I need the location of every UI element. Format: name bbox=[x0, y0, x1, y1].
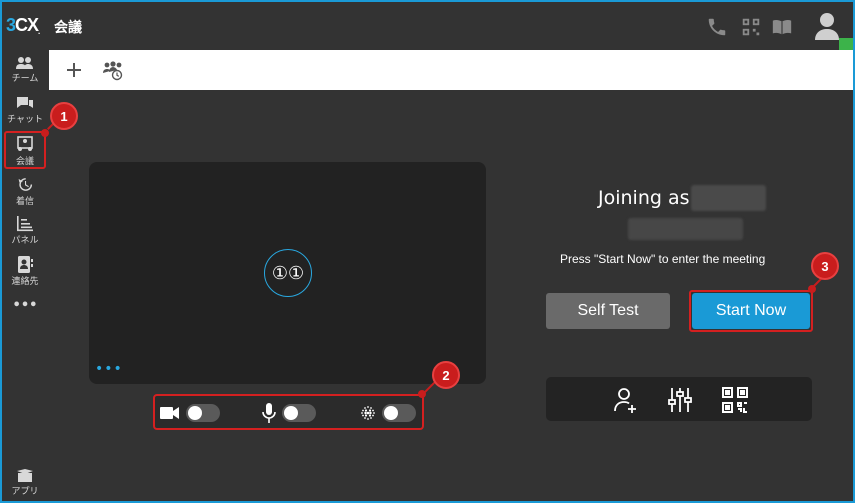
sidebar-item-meeting[interactable]: 会議 bbox=[4, 131, 46, 169]
camera-icon bbox=[160, 407, 179, 419]
start-now-button[interactable]: Start Now bbox=[692, 293, 810, 329]
camera-control bbox=[160, 403, 220, 423]
sidebar-item-more[interactable]: ••• bbox=[4, 298, 46, 336]
history-icon bbox=[18, 178, 33, 191]
meeting-options-bar bbox=[546, 377, 812, 421]
video-options-button[interactable]: ••• bbox=[95, 362, 123, 376]
sidebar-item-history[interactable]: 着信 bbox=[4, 173, 46, 211]
sidebar: チーム チャット 会議 着信 パネル 連絡先 ••• アプリ bbox=[2, 50, 48, 501]
page-title: 会議 bbox=[54, 20, 82, 36]
redacted-user-name bbox=[691, 185, 766, 211]
step-badge-2: 2 bbox=[432, 361, 460, 389]
sidebar-item-label: 着信 bbox=[15, 197, 34, 207]
microphone-control bbox=[262, 403, 316, 423]
settings-sliders-icon[interactable] bbox=[666, 386, 694, 414]
plus-icon bbox=[67, 63, 81, 77]
team-icon bbox=[16, 57, 33, 69]
logo-main: CX bbox=[15, 15, 39, 35]
sidebar-item-label: 連絡先 bbox=[11, 277, 39, 287]
sidebar-item-label: チャット bbox=[7, 115, 43, 125]
sidebar-item-label: パネル bbox=[11, 236, 39, 246]
meeting-qr-icon[interactable] bbox=[721, 386, 749, 414]
phone-icon[interactable] bbox=[706, 16, 728, 38]
app-window: 3CX. 会議 チーム チャット 会議 着信 パネル 連絡先 ••• アプリ ①… bbox=[2, 2, 853, 501]
start-instruction: Press "Start Now" to enter the meeting bbox=[560, 252, 766, 266]
joining-as-label: Joining as bbox=[598, 187, 690, 209]
sidebar-item-contacts[interactable]: 連絡先 bbox=[4, 253, 46, 291]
microphone-toggle[interactable] bbox=[282, 404, 316, 422]
sidebar-item-label: アプリ bbox=[11, 487, 39, 497]
meeting-toolbar bbox=[49, 50, 853, 90]
group-clock-icon bbox=[103, 61, 123, 81]
microphone-icon bbox=[262, 403, 276, 423]
add-meeting-button[interactable] bbox=[63, 59, 85, 81]
scheduled-meetings-button[interactable] bbox=[102, 59, 124, 81]
sidebar-item-label: チーム bbox=[11, 74, 39, 84]
chat-icon bbox=[17, 97, 33, 108]
panel-icon bbox=[17, 216, 33, 232]
apps-icon bbox=[17, 469, 33, 482]
invite-participant-icon[interactable] bbox=[612, 386, 640, 414]
sidebar-item-chat[interactable]: チャット bbox=[4, 93, 46, 131]
background-blur-icon bbox=[361, 406, 375, 420]
logo-dot: . bbox=[38, 27, 40, 36]
logo-prefix: 3 bbox=[6, 15, 16, 35]
step-badge-3: 3 bbox=[811, 252, 839, 280]
blur-toggle[interactable] bbox=[382, 404, 416, 422]
sidebar-item-panel[interactable]: パネル bbox=[4, 213, 46, 251]
user-avatar[interactable] bbox=[814, 12, 840, 40]
self-test-button[interactable]: Self Test bbox=[546, 293, 670, 329]
video-preview: ①① ••• bbox=[89, 162, 486, 384]
book-icon[interactable] bbox=[771, 16, 793, 38]
blur-control bbox=[360, 403, 416, 423]
meeting-icon bbox=[17, 136, 33, 151]
sidebar-item-apps[interactable]: アプリ bbox=[4, 466, 46, 501]
sidebar-item-label: 会議 bbox=[15, 157, 34, 167]
qr-code-icon[interactable] bbox=[740, 16, 762, 38]
3cx-logo: 3CX. bbox=[6, 15, 41, 36]
more-icon: ••• bbox=[12, 298, 38, 313]
top-bar: 3CX. 会議 bbox=[2, 2, 853, 52]
redacted-user-extension bbox=[628, 218, 743, 240]
contacts-icon bbox=[18, 256, 33, 273]
media-controls bbox=[153, 394, 424, 430]
camera-toggle[interactable] bbox=[186, 404, 220, 422]
participant-avatar: ①① bbox=[264, 249, 312, 297]
start-now-highlight: Start Now bbox=[689, 290, 813, 332]
sidebar-item-team[interactable]: チーム bbox=[4, 53, 46, 91]
step-badge-1: 1 bbox=[50, 102, 78, 130]
